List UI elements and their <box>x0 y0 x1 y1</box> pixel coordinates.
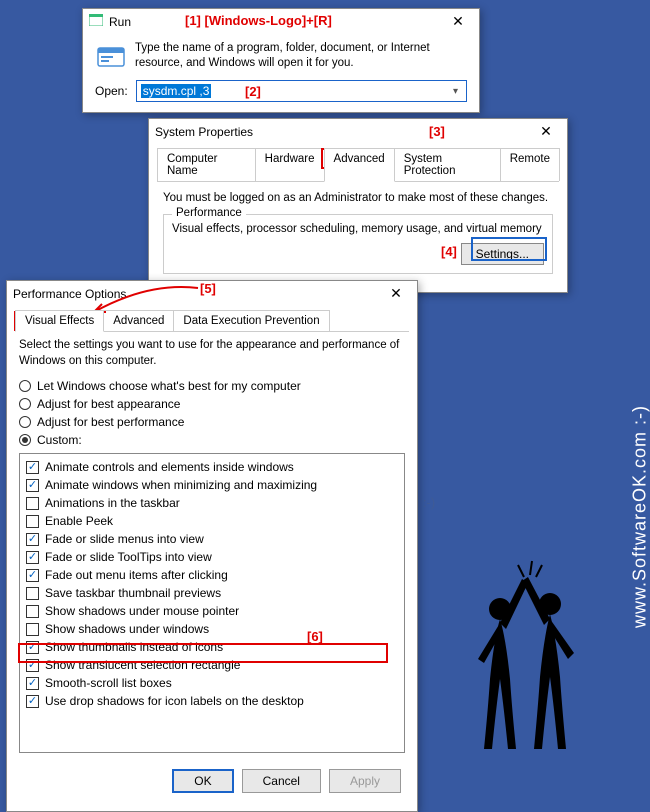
perf-dialog: Performance Options ✕ Visual EffectsAdva… <box>6 280 418 812</box>
check-label: Save taskbar thumbnail previews <box>45 586 221 600</box>
radio-icon <box>19 380 31 392</box>
checkbox-icon <box>26 695 39 708</box>
perf-tabs: Visual EffectsAdvancedData Execution Pre… <box>15 310 409 332</box>
apply-button: Apply <box>329 769 401 793</box>
check-label: Use drop shadows for icon labels on the … <box>45 694 304 708</box>
close-icon[interactable]: ✕ <box>381 285 411 302</box>
check-option[interactable]: Show shadows under windows <box>24 620 400 638</box>
checkbox-icon <box>26 623 39 636</box>
performance-group-title: Performance <box>172 207 246 219</box>
check-label: Animations in the taskbar <box>45 496 180 510</box>
sysprops-dialog: System Properties ✕ Computer NameHardwar… <box>148 118 568 293</box>
check-option[interactable]: Show thumbnails instead of icons <box>24 638 400 656</box>
radio-option[interactable]: Adjust for best appearance <box>15 395 409 413</box>
run-dialog: Run ✕ Type the name of a program, folder… <box>82 8 480 113</box>
checkbox-icon <box>26 479 39 492</box>
perf-title: Performance Options <box>13 287 381 301</box>
check-option[interactable]: Animations in the taskbar <box>24 494 400 512</box>
checkbox-icon <box>26 587 39 600</box>
perf-description: Select the settings you want to use for … <box>15 332 409 377</box>
ok-button[interactable]: OK <box>172 769 233 793</box>
sysprops-admin-note: You must be logged on as an Administrato… <box>163 192 553 204</box>
radio-icon <box>19 398 31 410</box>
settings-button[interactable]: Settings... <box>461 243 544 265</box>
check-label: Animate windows when minimizing and maxi… <box>45 478 317 492</box>
sysprops-tab-system-protection[interactable]: System Protection <box>394 148 501 181</box>
sysprops-tab-computer-name[interactable]: Computer Name <box>157 148 256 181</box>
checkbox-icon <box>26 605 39 618</box>
checkbox-icon <box>26 515 39 528</box>
sysprops-titlebar: System Properties ✕ <box>149 119 567 144</box>
check-option[interactable]: Enable Peek <box>24 512 400 530</box>
sysprops-tab-hardware[interactable]: Hardware <box>255 148 325 181</box>
perf-tab-advanced[interactable]: Advanced <box>103 310 174 331</box>
close-icon[interactable]: ✕ <box>443 13 473 30</box>
check-option[interactable]: Save taskbar thumbnail previews <box>24 584 400 602</box>
check-label: Enable Peek <box>45 514 113 528</box>
run-titlebar: Run ✕ <box>83 9 479 34</box>
sysprops-title: System Properties <box>155 125 531 139</box>
check-label: Animate controls and elements inside win… <box>45 460 294 474</box>
radio-option[interactable]: Custom: <box>15 431 409 449</box>
radio-label: Adjust for best performance <box>37 415 184 429</box>
check-option[interactable]: Use drop shadows for icon labels on the … <box>24 692 400 710</box>
checkbox-icon <box>26 497 39 510</box>
run-title: Run <box>109 15 443 29</box>
check-option[interactable]: Animate controls and elements inside win… <box>24 458 400 476</box>
check-option[interactable]: Fade out menu items after clicking <box>24 566 400 584</box>
run-open-label: Open: <box>95 84 128 98</box>
perf-tab-data-execution-prevention[interactable]: Data Execution Prevention <box>173 310 329 331</box>
check-label: Show shadows under mouse pointer <box>45 604 239 618</box>
check-option[interactable]: Fade or slide menus into view <box>24 530 400 548</box>
checkbox-icon <box>26 461 39 474</box>
perf-tab-visual-effects[interactable]: Visual Effects <box>15 310 104 332</box>
check-label: Fade or slide menus into view <box>45 532 204 546</box>
run-icon-small <box>89 14 103 29</box>
perf-titlebar: Performance Options ✕ <box>7 281 417 306</box>
radio-label: Adjust for best appearance <box>37 397 180 411</box>
checkbox-icon <box>26 677 39 690</box>
run-input-value: sysdm.cpl ,3 <box>141 84 212 98</box>
checkbox-icon <box>26 569 39 582</box>
close-icon[interactable]: ✕ <box>531 123 561 140</box>
radio-label: Let Windows choose what's best for my co… <box>37 379 301 393</box>
check-label: Fade out menu items after clicking <box>45 568 228 582</box>
cancel-button[interactable]: Cancel <box>242 769 321 793</box>
watermark-side: www.SoftwareOK.com :-) <box>630 405 650 628</box>
radio-label: Custom: <box>37 433 82 447</box>
checkbox-icon <box>26 551 39 564</box>
check-option[interactable]: Fade or slide ToolTips into view <box>24 548 400 566</box>
check-option[interactable]: Show shadows under mouse pointer <box>24 602 400 620</box>
check-label: Smooth-scroll list boxes <box>45 676 172 690</box>
sysprops-tab-advanced[interactable]: Advanced <box>324 148 395 182</box>
run-input[interactable]: sysdm.cpl ,3 ▾ <box>136 80 467 102</box>
sysprops-tab-remote[interactable]: Remote <box>500 148 560 181</box>
check-label: Show shadows under windows <box>45 622 209 636</box>
run-description: Type the name of a program, folder, docu… <box>135 41 467 71</box>
chevron-down-icon[interactable]: ▾ <box>453 86 462 97</box>
radio-option[interactable]: Let Windows choose what's best for my co… <box>15 377 409 395</box>
performance-groupbox: Performance Visual effects, processor sc… <box>163 214 553 274</box>
radio-option[interactable]: Adjust for best performance <box>15 413 409 431</box>
check-label: Show thumbnails instead of icons <box>45 640 223 654</box>
check-option[interactable]: Smooth-scroll list boxes <box>24 674 400 692</box>
silhouette-figures <box>450 549 610 779</box>
check-label: Show translucent selection rectangle <box>45 658 240 672</box>
checkbox-icon <box>26 659 39 672</box>
checkbox-icon <box>26 641 39 654</box>
check-option[interactable]: Show translucent selection rectangle <box>24 656 400 674</box>
radio-icon <box>19 416 31 428</box>
visual-effects-checklist[interactable]: Animate controls and elements inside win… <box>19 453 405 753</box>
checkbox-icon <box>26 533 39 546</box>
sysprops-tabs: Computer NameHardwareAdvancedSystem Prot… <box>157 148 559 182</box>
performance-group-desc: Visual effects, processor scheduling, me… <box>172 223 544 235</box>
check-label: Fade or slide ToolTips into view <box>45 550 212 564</box>
radio-icon <box>19 434 31 446</box>
run-program-icon <box>95 40 127 72</box>
check-option[interactable]: Animate windows when minimizing and maxi… <box>24 476 400 494</box>
